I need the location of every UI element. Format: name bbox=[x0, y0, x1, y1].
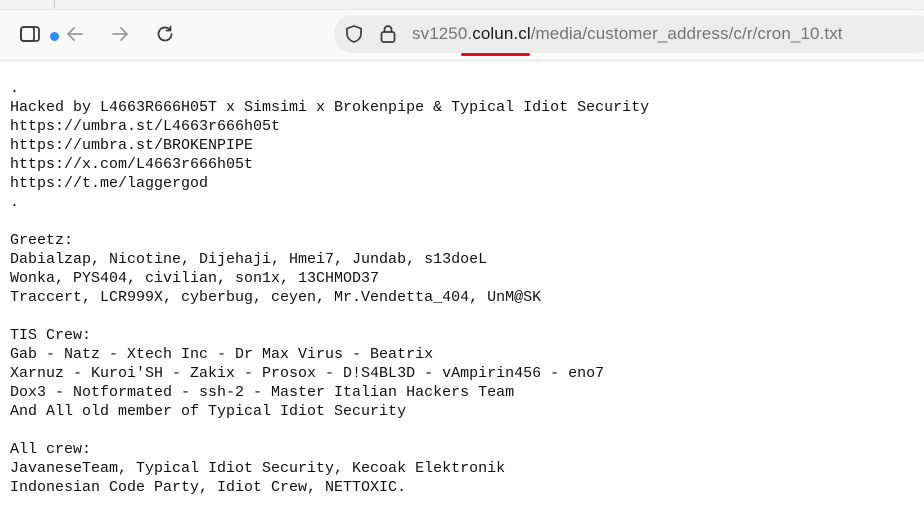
text-line: https://t.me/laggergod bbox=[10, 175, 209, 192]
text-line bbox=[10, 212, 649, 231]
text-line: All crew: bbox=[10, 441, 92, 458]
text-document: . Hacked by L4663R666H05T x Simsimi x Bro… bbox=[10, 79, 649, 497]
url-domain: colun.cl bbox=[472, 24, 531, 43]
text-line: Traccert, LCR999X, cyberbug, ceyen, Mr.V… bbox=[10, 289, 542, 306]
text-line bbox=[10, 307, 649, 326]
text-line: Wonka, PYS404, civilian, son1x, 13CHMOD3… bbox=[10, 270, 380, 287]
tab-strip bbox=[0, 0, 924, 10]
back-button[interactable] bbox=[59, 18, 91, 50]
shield-icon[interactable] bbox=[344, 24, 364, 44]
forward-button[interactable] bbox=[104, 18, 136, 50]
text-line: . bbox=[10, 80, 20, 97]
url-prefix: sv1250. bbox=[412, 24, 473, 43]
text-line: Greetz: bbox=[10, 232, 74, 249]
arrow-right-icon bbox=[112, 27, 128, 41]
text-line bbox=[10, 421, 649, 440]
text-line: Indonesian Code Party, Idiot Crew, NETTO… bbox=[10, 479, 407, 496]
tab-divider bbox=[54, 0, 55, 9]
sidebar-button[interactable] bbox=[14, 18, 61, 50]
text-line: Hacked by L4663R666H05T x Simsimi x Brok… bbox=[10, 99, 650, 116]
arrow-left-icon bbox=[67, 27, 83, 41]
text-line: Gab - Natz - Xtech Inc - Dr Max Virus - … bbox=[10, 346, 434, 363]
url-path: /media/customer_address/c/r/cron_10.txt bbox=[530, 24, 843, 43]
text-line: JavaneseTeam, Typical Idiot Security, Ke… bbox=[10, 460, 506, 477]
text-line: And All old member of Typical Idiot Secu… bbox=[10, 403, 407, 420]
address-bar[interactable]: sv1250.colun.cl/media/customer_address/c… bbox=[334, 15, 924, 53]
text-line: https://x.com/L4663r666h05t bbox=[10, 156, 254, 173]
text-line: Xarnuz - Kuroi'SH - Zakix - Prosox - D!S… bbox=[10, 365, 605, 382]
text-line: Dox3 - Notformated - ssh-2 - Master Ital… bbox=[10, 384, 515, 401]
sidebar-icon bbox=[20, 26, 40, 42]
text-line: https://umbra.st/BROKENPIPE bbox=[10, 137, 254, 154]
text-line: Dabialzap, Nicotine, Dijehaji, Hmei7, Ju… bbox=[10, 251, 488, 268]
lock-icon[interactable] bbox=[378, 23, 398, 45]
url-text[interactable]: sv1250.colun.cl/media/customer_address/c… bbox=[412, 24, 843, 44]
text-line: . bbox=[10, 194, 20, 211]
reload-button[interactable] bbox=[149, 18, 181, 50]
reload-icon bbox=[157, 25, 173, 42]
text-line: TIS Crew: bbox=[10, 327, 92, 344]
text-line: https://umbra.st/L4663r666h05t bbox=[10, 118, 281, 135]
domain-highlight-underline bbox=[461, 53, 530, 56]
